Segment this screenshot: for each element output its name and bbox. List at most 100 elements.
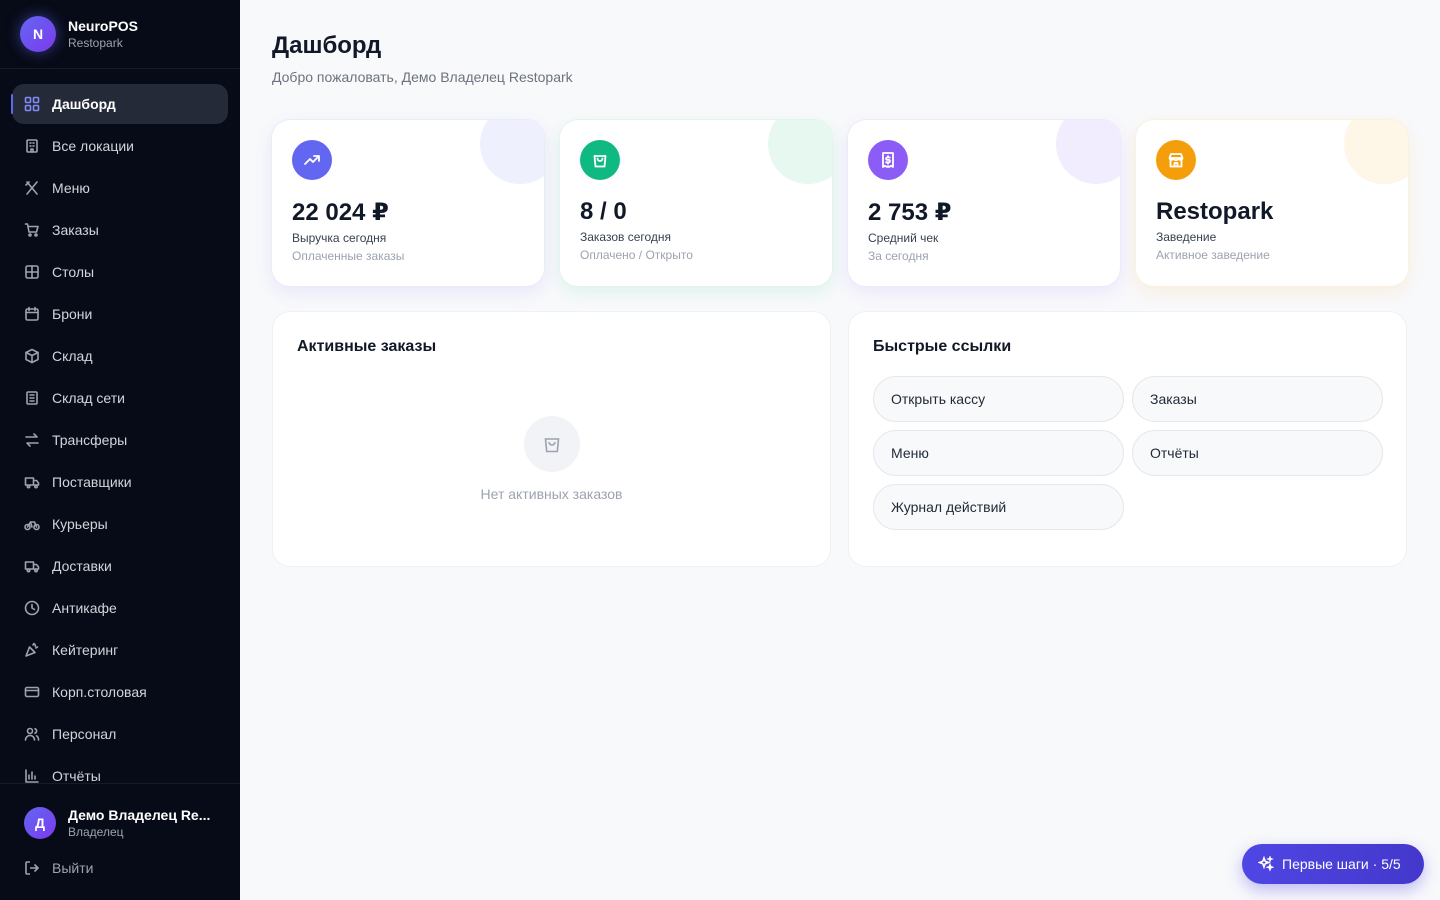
empty-state-text: Нет активных заказов <box>480 486 623 502</box>
grid-icon <box>24 264 40 280</box>
stat-hint: Оплаченные заказы <box>292 249 405 263</box>
user-block: Д Демо Владелец Re... Владелец Выйти <box>0 783 240 900</box>
trending-up-icon <box>292 140 332 180</box>
page-subtitle: Добро пожаловать, Демо Владелец Restopar… <box>272 69 573 85</box>
panel-title: Быстрые ссылки <box>873 338 1012 355</box>
dashboard-icon <box>24 96 40 112</box>
sidebar-item-label: Поставщики <box>52 474 132 490</box>
receipt-icon <box>868 140 908 180</box>
user-name: Демо Владелец Re... <box>68 807 211 823</box>
sidebar-item-label: Все локации <box>52 138 135 154</box>
package-icon <box>24 348 40 364</box>
user-role: Владелец <box>68 825 124 839</box>
cart-icon <box>24 222 40 238</box>
sidebar-item-label: Склад <box>52 348 93 364</box>
sidebar-item-couriers[interactable]: Курьеры <box>12 504 228 544</box>
utensils-icon <box>24 180 40 196</box>
sidebar-item-warehouse[interactable]: Склад <box>12 336 228 376</box>
bike-icon <box>24 516 40 532</box>
stat-value: 22 024 ₽ <box>292 199 389 226</box>
first-steps-button[interactable]: Первые шаги · 5/5 <box>1242 844 1424 884</box>
shopping-bag-icon <box>524 416 580 472</box>
stat-card-venue: Restopark Заведение Активное заведение <box>1136 120 1408 286</box>
avatar: Д <box>24 807 56 839</box>
sidebar-item-label: Заказы <box>52 222 99 238</box>
panel-title: Активные заказы <box>297 338 437 355</box>
stat-hint: Активное заведение <box>1156 248 1270 262</box>
truck-icon <box>24 474 40 490</box>
warehouse-icon <box>24 390 40 406</box>
sidebar-item-label: Дашборд <box>52 96 116 112</box>
building-icon <box>24 138 40 154</box>
sidebar-item-dashboard[interactable]: Дашборд <box>11 84 228 124</box>
stat-label: Средний чек <box>868 231 939 245</box>
decorative-circle <box>1056 120 1120 184</box>
quick-link-action-log[interactable]: Журнал действий <box>873 484 1124 530</box>
stat-hint: За сегодня <box>868 249 929 263</box>
stat-card-avg-check: 2 753 ₽ Средний чек За сегодня <box>848 120 1120 286</box>
sidebar-item-label: Брони <box>52 306 93 322</box>
sparkles-icon <box>1258 856 1274 872</box>
chart-icon <box>24 768 40 784</box>
sidebar-item-network-warehouse[interactable]: Склад сети <box>12 378 228 418</box>
brand-logo: N <box>20 16 56 52</box>
decorative-circle <box>480 120 544 184</box>
brand: N NeuroPOS Restopark <box>0 0 240 69</box>
quick-link-menu[interactable]: Меню <box>873 430 1124 476</box>
sidebar-item-catering[interactable]: Кейтеринг <box>12 630 228 670</box>
sidebar-item-menu[interactable]: Меню <box>12 168 228 208</box>
sidebar-item-bookings[interactable]: Брони <box>12 294 228 334</box>
stat-value: Restopark <box>1156 198 1274 225</box>
sidebar-item-staff[interactable]: Персонал <box>12 714 228 754</box>
party-icon <box>24 642 40 658</box>
sidebar-item-deliveries[interactable]: Доставки <box>12 546 228 586</box>
quick-link-reports[interactable]: Отчёты <box>1132 430 1383 476</box>
sidebar-item-label: Меню <box>52 180 90 196</box>
store-icon <box>1156 140 1196 180</box>
sidebar-item-corp-canteen[interactable]: Корп.столовая <box>12 672 228 712</box>
brand-name: NeuroPOS <box>68 18 139 34</box>
stat-hint: Оплачено / Открыто <box>580 248 693 262</box>
quick-links-panel: Быстрые ссылки Открыть кассу Заказы Меню… <box>848 311 1407 567</box>
stat-card-revenue: 22 024 ₽ Выручка сегодня Оплаченные зака… <box>272 120 544 286</box>
sidebar: N NeuroPOS Restopark Дашборд Все локации… <box>0 0 240 900</box>
shopping-bag-icon <box>580 140 620 180</box>
brand-subtitle: Restopark <box>68 36 123 50</box>
sidebar-item-tables[interactable]: Столы <box>12 252 228 292</box>
stat-value: 8 / 0 <box>580 198 627 225</box>
sidebar-item-label: Персонал <box>52 726 117 742</box>
arrows-icon <box>24 432 40 448</box>
sidebar-item-label: Кейтеринг <box>52 642 119 658</box>
logout-label: Выйти <box>52 860 94 876</box>
stat-label: Заказов сегодня <box>580 230 672 244</box>
first-steps-label: Первые шаги · 5/5 <box>1282 856 1401 872</box>
decorative-circle <box>1344 120 1408 184</box>
card-icon <box>24 684 40 700</box>
quick-link-open-register[interactable]: Открыть кассу <box>873 376 1124 422</box>
logout-button[interactable]: Выйти <box>0 840 240 876</box>
delivery-icon <box>24 558 40 574</box>
sidebar-item-orders[interactable]: Заказы <box>12 210 228 250</box>
decorative-circle <box>768 120 832 184</box>
sidebar-item-label: Доставки <box>52 558 112 574</box>
sidebar-item-anticafe[interactable]: Антикафе <box>12 588 228 628</box>
active-orders-panel: Активные заказы Нет активных заказов <box>272 311 831 567</box>
sidebar-item-transfers[interactable]: Трансферы <box>12 420 228 460</box>
sidebar-item-locations[interactable]: Все локации <box>12 126 228 166</box>
sidebar-item-label: Корп.столовая <box>52 684 147 700</box>
stat-label: Выручка сегодня <box>292 231 387 245</box>
sidebar-item-label: Трансферы <box>52 432 128 448</box>
sidebar-item-label: Антикафе <box>52 600 117 616</box>
stat-card-orders: 8 / 0 Заказов сегодня Оплачено / Открыто <box>560 120 832 286</box>
sidebar-item-label: Курьеры <box>52 516 108 532</box>
sidebar-item-label: Отчёты <box>52 768 101 784</box>
quick-link-orders[interactable]: Заказы <box>1132 376 1383 422</box>
sidebar-item-label: Склад сети <box>52 390 125 406</box>
sidebar-item-suppliers[interactable]: Поставщики <box>12 462 228 502</box>
user-profile[interactable]: Д Демо Владелец Re... Владелец <box>0 784 240 840</box>
main-content: Дашборд Добро пожаловать, Демо Владелец … <box>240 0 1440 900</box>
clock-icon <box>24 600 40 616</box>
sidebar-nav: Дашборд Все локации Меню Заказы Столы Бр… <box>11 84 228 798</box>
stat-value: 2 753 ₽ <box>868 199 952 226</box>
page-title: Дашборд <box>272 32 382 59</box>
